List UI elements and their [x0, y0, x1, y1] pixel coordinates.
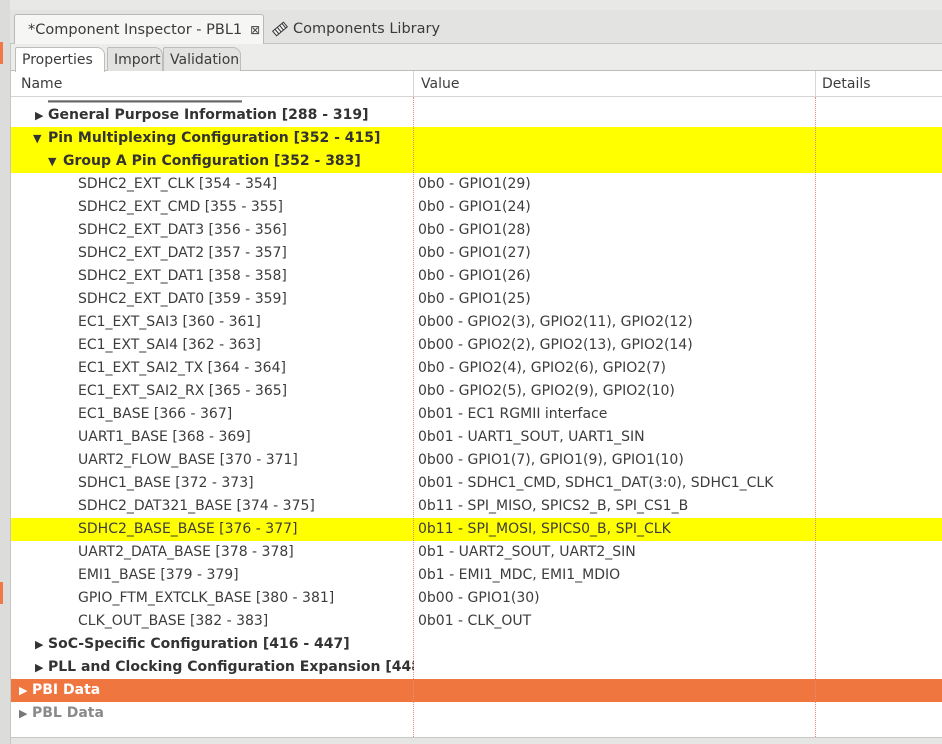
- tree-row-field[interactable]: EC1_EXT_SAI3 [360 - 361] 0b00 - GPIO2(3)…: [11, 311, 942, 334]
- field-value[interactable]: 0b11 - SPI_MISO, SPICS2_B, SPI_CS1_B: [418, 495, 813, 518]
- field-value[interactable]: 0b0 - GPIO2(5), GPIO2(9), GPIO2(10): [418, 380, 813, 403]
- editor-tab-bar: *Component Inspector - PBL1 ⊠ Components…: [10, 10, 942, 44]
- left-marker-top: [0, 42, 3, 64]
- tree-row-field[interactable]: SDHC2_DAT321_BASE [374 - 375] 0b11 - SPI…: [11, 495, 942, 518]
- tree-row-field[interactable]: SDHC2_EXT_DAT0 [359 - 359] 0b0 - GPIO1(2…: [11, 288, 942, 311]
- tree-row-field[interactable]: UART2_FLOW_BASE [370 - 371] 0b00 - GPIO1…: [11, 449, 942, 472]
- component-icon: [272, 21, 288, 37]
- tab-validation[interactable]: Validation: [163, 47, 241, 71]
- tree-row-field[interactable]: EC1_EXT_SAI2_TX [364 - 364] 0b0 - GPIO2(…: [11, 357, 942, 380]
- horizontal-scrollbar[interactable]: [11, 737, 942, 744]
- expand-arrow-icon[interactable]: ▶: [19, 702, 27, 725]
- column-grid-line: [815, 97, 816, 737]
- field-value[interactable]: 0b0 - GPIO1(24): [418, 196, 813, 219]
- sub-tab-bar: Properties Import Validation: [11, 44, 942, 72]
- column-divider[interactable]: [413, 71, 414, 97]
- expand-arrow-icon[interactable]: ▶: [35, 633, 43, 656]
- tree-row-pbi-data[interactable]: ▶ PBI Data: [11, 679, 942, 702]
- field-value[interactable]: 0b1 - EMI1_MDC, EMI1_MDIO: [418, 564, 813, 587]
- field-value[interactable]: 0b00 - GPIO1(30): [418, 587, 813, 610]
- tree-row-field[interactable]: GPIO_FTM_EXTCLK_BASE [380 - 381] 0b00 - …: [11, 587, 942, 610]
- column-divider[interactable]: [815, 71, 816, 97]
- tree-row-field[interactable]: EC1_EXT_SAI2_RX [365 - 365] 0b0 - GPIO2(…: [11, 380, 942, 403]
- tree-row-field[interactable]: EC1_EXT_SAI4 [362 - 363] 0b00 - GPIO2(2)…: [11, 334, 942, 357]
- field-value[interactable]: 0b00 - GPIO2(2), GPIO2(13), GPIO2(14): [418, 334, 813, 357]
- close-icon[interactable]: ⊠: [250, 23, 260, 37]
- tab-properties[interactable]: Properties: [15, 47, 105, 72]
- tree-row-field[interactable]: EMI1_BASE [379 - 379] 0b1 - EMI1_MDC, EM…: [11, 564, 942, 587]
- field-value[interactable]: 0b0 - GPIO1(25): [418, 288, 813, 311]
- field-value[interactable]: 0b01 - EC1 RGMII interface: [418, 403, 813, 426]
- tree-row-soc-specific[interactable]: ▶ SoC-Specific Configuration [416 - 447]: [11, 633, 942, 656]
- field-value[interactable]: 0b01 - CLK_OUT: [418, 610, 813, 633]
- field-value[interactable]: 0b00 - GPIO2(3), GPIO2(11), GPIO2(12): [418, 311, 813, 334]
- field-value[interactable]: 0b0 - GPIO1(27): [418, 242, 813, 265]
- field-value[interactable]: 0b0 - GPIO2(4), GPIO2(6), GPIO2(7): [418, 357, 813, 380]
- tree-row-field[interactable]: EC1_BASE [366 - 367] 0b01 - EC1 RGMII in…: [11, 403, 942, 426]
- tab-components-library[interactable]: Components Library: [264, 14, 454, 44]
- field-value[interactable]: 0b01 - UART1_SOUT, UART1_SIN: [418, 426, 813, 449]
- field-value[interactable]: 0b0 - GPIO1(26): [418, 265, 813, 288]
- field-value[interactable]: 0b0 - GPIO1(29): [418, 173, 813, 196]
- field-value[interactable]: 0b1 - UART2_SOUT, UART2_SIN: [418, 541, 813, 564]
- tree-row-field[interactable]: CLK_OUT_BASE [382 - 383] 0b01 - CLK_OUT: [11, 610, 942, 633]
- tree-row-field[interactable]: SDHC1_BASE [372 - 373] 0b01 - SDHC1_CMD,…: [11, 472, 942, 495]
- field-value[interactable]: 0b0 - GPIO1(28): [418, 219, 813, 242]
- tab-label: Components Library: [293, 21, 441, 37]
- column-header-details[interactable]: Details: [822, 76, 871, 92]
- left-dock-strip: [0, 0, 10, 744]
- tree-row-field-selected[interactable]: SDHC2_BASE_BASE [376 - 377] 0b11 - SPI_M…: [11, 518, 942, 541]
- column-header-name[interactable]: Name: [21, 76, 62, 92]
- tab-label: *Component Inspector - PBL1: [28, 21, 243, 38]
- column-header-value[interactable]: Value: [421, 76, 459, 92]
- table-header: Name Value Details: [11, 71, 942, 97]
- column-grid-line: [413, 97, 414, 737]
- tree-row-group-a[interactable]: ▼ Group A Pin Configuration [352 - 383]: [11, 150, 942, 173]
- expand-arrow-icon[interactable]: ▶: [35, 656, 43, 679]
- tab-import[interactable]: Import: [107, 47, 163, 71]
- collapse-arrow-icon[interactable]: ▼: [33, 127, 41, 150]
- tree-row-field[interactable]: SDHC2_EXT_DAT1 [358 - 358] 0b0 - GPIO1(2…: [11, 265, 942, 288]
- component-inspector-panel: Properties Import Validation Name Value …: [10, 44, 942, 744]
- left-marker-bottom: [0, 582, 3, 604]
- collapse-arrow-icon[interactable]: ▼: [48, 150, 56, 173]
- tree-row-field[interactable]: UART2_DATA_BASE [378 - 378] 0b1 - UART2_…: [11, 541, 942, 564]
- field-value[interactable]: 0b00 - GPIO1(7), GPIO1(9), GPIO1(10): [418, 449, 813, 472]
- field-value[interactable]: 0b11 - SPI_MOSI, SPICS0_B, SPI_CLK: [418, 518, 813, 541]
- tree-row-field[interactable]: SDHC2_EXT_DAT3 [356 - 356] 0b0 - GPIO1(2…: [11, 219, 942, 242]
- expand-arrow-icon[interactable]: ▶: [19, 679, 27, 702]
- tree-row-field[interactable]: SDHC2_EXT_CLK [354 - 354] 0b0 - GPIO1(29…: [11, 173, 942, 196]
- tab-component-inspector[interactable]: *Component Inspector - PBL1 ⊠: [14, 14, 264, 44]
- expand-arrow-icon[interactable]: ▶: [35, 104, 43, 127]
- tree-row-field[interactable]: UART1_BASE [368 - 369] 0b01 - UART1_SOUT…: [11, 426, 942, 449]
- field-value[interactable]: 0b01 - SDHC1_CMD, SDHC1_DAT(3:0), SDHC1_…: [418, 472, 813, 495]
- tree-row-general-purpose[interactable]: ▶ General Purpose Information [288 - 319…: [11, 104, 942, 127]
- properties-tree: ▁▁▁▁▁▁▁▁▁▁▁▁▁▁▁▁▁▁ ▶ General Purpose Inf…: [11, 97, 942, 737]
- tree-row-pll-clocking[interactable]: ▶ PLL and Clocking Configuration Expansi…: [11, 656, 942, 679]
- tree-row-field[interactable]: SDHC2_EXT_DAT2 [357 - 357] 0b0 - GPIO1(2…: [11, 242, 942, 265]
- tree-row-pin-muxing[interactable]: ▼ Pin Multiplexing Configuration [352 - …: [11, 127, 942, 150]
- tree-row-pbl-data[interactable]: ▶ PBL Data: [11, 702, 942, 725]
- tree-row-field[interactable]: SDHC2_EXT_CMD [355 - 355] 0b0 - GPIO1(24…: [11, 196, 942, 219]
